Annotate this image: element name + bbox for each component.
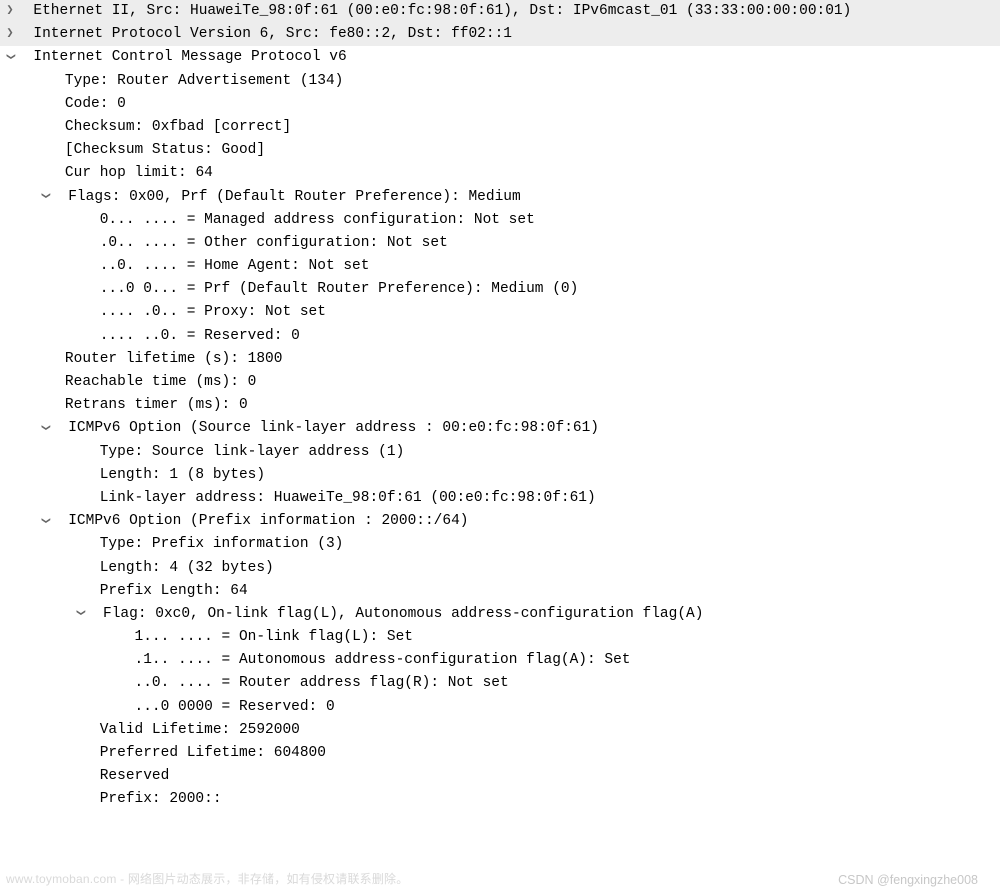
option2-flag-row[interactable]: ❯ Flag: 0xc0, On-link flag(L), Autonomou… [0, 603, 1000, 626]
option1-address[interactable]: Link-layer address: HuaweiTe_98:0f:61 (0… [0, 487, 1000, 510]
option1-type[interactable]: Type: Source link-layer address (1) [0, 441, 1000, 464]
router-lifetime[interactable]: Router lifetime (s): 1800 [0, 348, 1000, 371]
chevron-right-icon[interactable]: ❯ [4, 1, 16, 20]
flag-reserved[interactable]: .... ..0. = Reserved: 0 [0, 325, 1000, 348]
watermark-left: www.toymoban.com - 网络图片动态展示，非存储，如有侵权请联系删… [6, 870, 408, 889]
icmpv6-header-row[interactable]: ❯ Internet Control Message Protocol v6 [0, 46, 1000, 69]
retrans-timer[interactable]: Retrans timer (ms): 0 [0, 394, 1000, 417]
option2-prefix[interactable]: Prefix: 2000:: [0, 788, 1000, 811]
packet-details-pane: ❯ Ethernet II, Src: HuaweiTe_98:0f:61 (0… [0, 0, 1000, 890]
option1-summary: ICMPv6 Option (Source link-layer address… [68, 420, 599, 436]
option2-flag-autonomous[interactable]: .1.. .... = Autonomous address-configura… [0, 649, 1000, 672]
option2-preferred-lifetime[interactable]: Preferred Lifetime: 604800 [0, 742, 1000, 765]
option2-flag-summary: Flag: 0xc0, On-link flag(L), Autonomous … [103, 606, 703, 622]
ipv6-header-row[interactable]: ❯ Internet Protocol Version 6, Src: fe80… [0, 23, 1000, 46]
option1-length[interactable]: Length: 1 (8 bytes) [0, 464, 1000, 487]
reachable-time[interactable]: Reachable time (ms): 0 [0, 371, 1000, 394]
flag-home-agent[interactable]: ..0. .... = Home Agent: Not set [0, 255, 1000, 278]
ethernet-summary: Ethernet II, Src: HuaweiTe_98:0f:61 (00:… [33, 3, 851, 19]
option2-prefix-length[interactable]: Prefix Length: 64 [0, 580, 1000, 603]
option2-reserved[interactable]: Reserved [0, 765, 1000, 788]
option2-row[interactable]: ❯ ICMPv6 Option (Prefix information : 20… [0, 510, 1000, 533]
option2-flag-router[interactable]: ..0. .... = Router address flag(R): Not … [0, 672, 1000, 695]
icmpv6-checksum[interactable]: Checksum: 0xfbad [correct] [0, 116, 1000, 139]
option2-flag-onlink[interactable]: 1... .... = On-link flag(L): Set [0, 626, 1000, 649]
option1-row[interactable]: ❯ ICMPv6 Option (Source link-layer addre… [0, 417, 1000, 440]
icmpv6-checksum-status[interactable]: [Checksum Status: Good] [0, 139, 1000, 162]
flags-summary: Flags: 0x00, Prf (Default Router Prefere… [68, 189, 520, 205]
option2-valid-lifetime[interactable]: Valid Lifetime: 2592000 [0, 719, 1000, 742]
icmpv6-type[interactable]: Type: Router Advertisement (134) [0, 70, 1000, 93]
icmpv6-code[interactable]: Code: 0 [0, 93, 1000, 116]
icmpv6-summary: Internet Control Message Protocol v6 [33, 49, 346, 65]
option2-length[interactable]: Length: 4 (32 bytes) [0, 557, 1000, 580]
flags-row[interactable]: ❯ Flags: 0x00, Prf (Default Router Prefe… [0, 186, 1000, 209]
option2-type[interactable]: Type: Prefix information (3) [0, 533, 1000, 556]
chevron-right-icon[interactable]: ❯ [4, 24, 16, 43]
option2-flag-reserved[interactable]: ...0 0000 = Reserved: 0 [0, 696, 1000, 719]
flag-managed[interactable]: 0... .... = Managed address configuratio… [0, 209, 1000, 232]
ethernet-header-row[interactable]: ❯ Ethernet II, Src: HuaweiTe_98:0f:61 (0… [0, 0, 1000, 23]
flag-other[interactable]: .0.. .... = Other configuration: Not set [0, 232, 1000, 255]
flag-prf[interactable]: ...0 0... = Prf (Default Router Preferen… [0, 278, 1000, 301]
ipv6-summary: Internet Protocol Version 6, Src: fe80::… [33, 26, 512, 42]
chevron-down-icon[interactable]: ❯ [35, 190, 54, 202]
icmpv6-hop-limit[interactable]: Cur hop limit: 64 [0, 162, 1000, 185]
watermark-right: CSDN @fengxingzhe008 [838, 870, 978, 890]
chevron-down-icon[interactable]: ❯ [35, 514, 54, 526]
chevron-down-icon[interactable]: ❯ [35, 422, 54, 434]
option2-summary: ICMPv6 Option (Prefix information : 2000… [68, 513, 468, 529]
flag-proxy[interactable]: .... .0.. = Proxy: Not set [0, 301, 1000, 324]
chevron-down-icon[interactable]: ❯ [0, 51, 19, 63]
chevron-down-icon[interactable]: ❯ [70, 607, 89, 619]
